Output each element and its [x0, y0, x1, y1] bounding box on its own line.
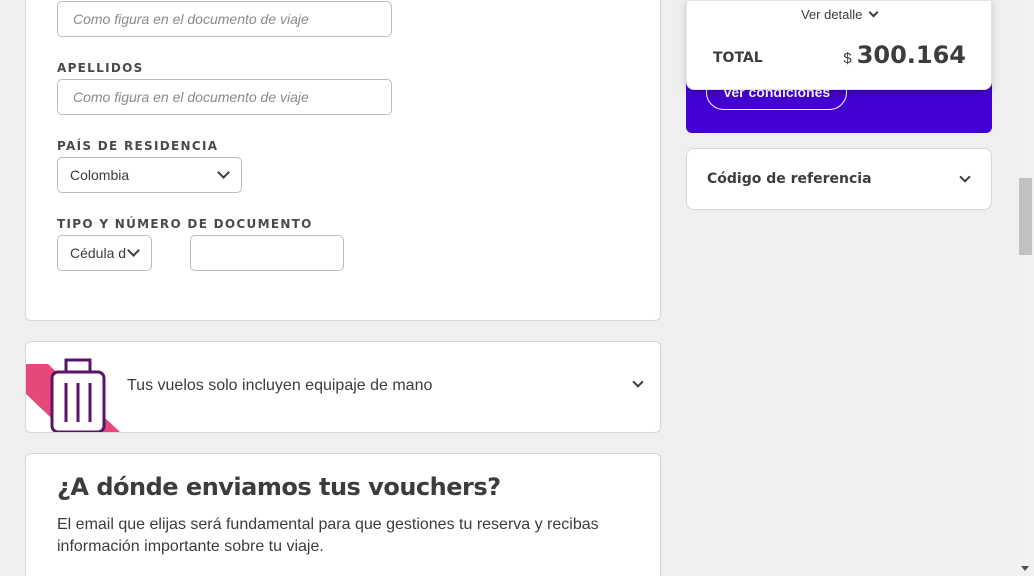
scrollbar-thumb[interactable] [1019, 178, 1032, 255]
pais-select-value: Colombia [70, 167, 130, 183]
ver-detalle-link[interactable]: Ver detalle [687, 7, 991, 22]
luggage-icon [26, 358, 120, 432]
vouchers-card: ¿A dónde enviamos tus vouchers? El email… [25, 453, 661, 576]
documento-label: TIPO Y NÚMERO DE DOCUMENTO [57, 217, 313, 231]
total-card: Ver detalle TOTAL $300.164 [686, 0, 992, 90]
apellidos-input[interactable]: Como figura en el documento de viaje [57, 79, 392, 115]
reference-code-label: Código de referencia [707, 171, 872, 187]
ver-detalle-label: Ver detalle [800, 7, 863, 22]
baggage-text: Tus vuelos solo incluyen equipaje de man… [127, 377, 433, 394]
nombres-input[interactable]: Como figura en el documento de viaje [57, 1, 392, 37]
total-value: 300.164 [856, 41, 966, 69]
vouchers-title: ¿A dónde enviamos tus vouchers? [57, 473, 501, 501]
chevron-down-icon[interactable] [632, 376, 644, 388]
pais-label: PAÍS DE RESIDENCIA [57, 139, 219, 153]
pais-select[interactable]: Colombia [57, 157, 242, 193]
chevron-down-icon [127, 244, 140, 257]
documento-tipo-value: Cédula de [70, 245, 126, 261]
total-label: TOTAL [713, 50, 763, 66]
vouchers-description: El email que elijas será fundamental par… [57, 516, 599, 555]
baggage-card[interactable]: Tus vuelos solo incluyen equipaje de man… [25, 341, 661, 433]
apellidos-label: APELLIDOS [57, 61, 144, 75]
reference-code-card[interactable]: Código de referencia [686, 148, 992, 210]
chevron-down-icon [868, 7, 879, 18]
passenger-form-card: Como figura en el documento de viaje APE… [25, 0, 661, 321]
documento-numero-input[interactable] [190, 235, 344, 271]
chevron-down-icon [217, 166, 230, 179]
scroll-down-arrow-icon[interactable] [1021, 566, 1029, 571]
chevron-down-icon [959, 171, 971, 183]
documento-tipo-select[interactable]: Cédula de [57, 235, 152, 271]
total-amount: $300.164 [843, 41, 966, 69]
currency-symbol: $ [843, 50, 852, 67]
scrollbar[interactable] [1017, 0, 1034, 576]
